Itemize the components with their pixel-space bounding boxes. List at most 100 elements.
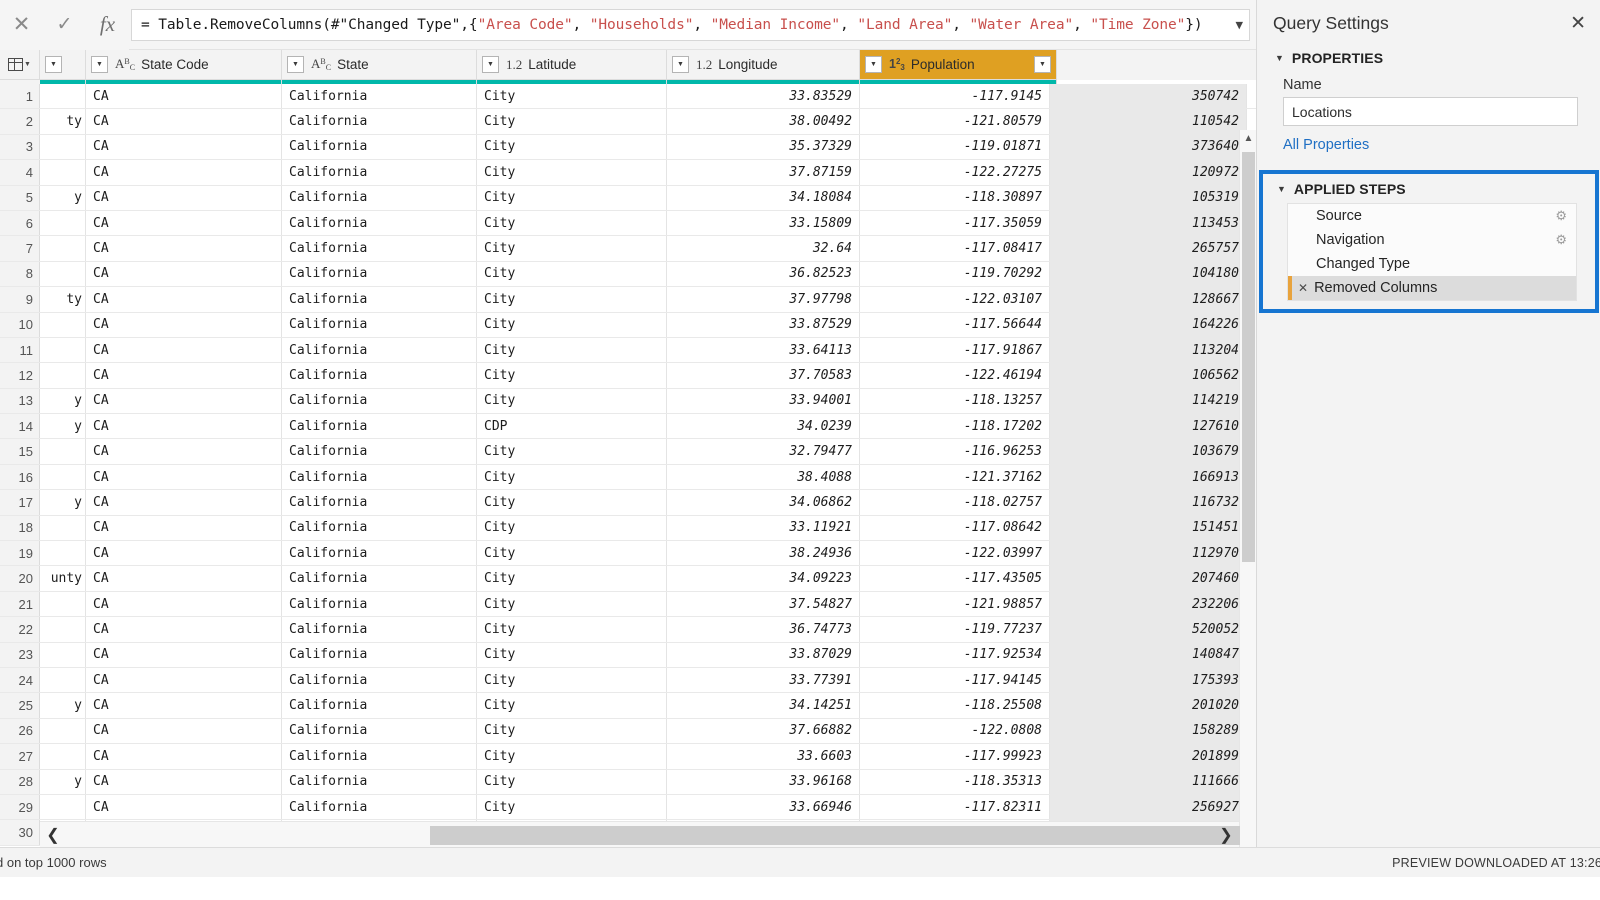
table-cell[interactable]: California bbox=[282, 718, 477, 744]
table-cell[interactable]: California bbox=[282, 490, 477, 515]
table-cell[interactable]: 34.18084 bbox=[667, 185, 860, 210]
table-cell[interactable]: City bbox=[477, 541, 667, 566]
table-cell[interactable]: 111666 bbox=[1050, 769, 1247, 794]
filter-dropdown-icon[interactable]: ▼ bbox=[91, 56, 108, 73]
table-cell[interactable]: 232206 bbox=[1050, 591, 1247, 617]
table-cell[interactable] bbox=[40, 718, 86, 744]
gear-icon[interactable]: ⚙ bbox=[1555, 208, 1567, 224]
table-cell[interactable]: -117.08417 bbox=[860, 236, 1050, 261]
table-row[interactable]: 2 ty CA California City 38.00492 -121.80579 110… bbox=[0, 109, 1256, 135]
table-cell[interactable]: 112970 bbox=[1050, 541, 1247, 566]
table-cell[interactable]: California bbox=[282, 109, 477, 134]
table-cell[interactable]: 265757 bbox=[1050, 236, 1247, 261]
table-row[interactable]: 23 CA California City 33.87029 -117.92534 1408… bbox=[0, 642, 1256, 668]
table-cell[interactable]: 34.06862 bbox=[667, 490, 860, 515]
table-row[interactable]: 5 y CA California City 34.18084 -118.30897 1053… bbox=[0, 185, 1256, 211]
table-row[interactable]: 3 CA California City 35.37329 -119.01871 37364… bbox=[0, 134, 1256, 161]
table-row[interactable]: 15 CA California City 32.79477 -116.96253 1036… bbox=[0, 439, 1256, 465]
table-row[interactable]: 1 CA California City 33.83529 -117.9145 350742 bbox=[0, 84, 1256, 110]
table-cell[interactable]: CA bbox=[86, 134, 282, 160]
table-cell[interactable]: California bbox=[282, 744, 477, 769]
column-header-longitude[interactable]: ▼ 1.2 Longitude bbox=[667, 50, 860, 80]
table-cell[interactable]: -118.17202 bbox=[860, 414, 1050, 439]
table-row[interactable]: 28 y CA California City 33.96168 -118.35313 111… bbox=[0, 769, 1256, 795]
table-cell[interactable]: City bbox=[477, 261, 667, 287]
table-cell[interactable]: 37.54827 bbox=[667, 591, 860, 617]
all-properties-link[interactable]: All Properties bbox=[1257, 126, 1600, 153]
table-cell[interactable] bbox=[40, 642, 86, 667]
table-cell[interactable]: -117.99923 bbox=[860, 744, 1050, 769]
table-row[interactable]: 18 CA California City 33.11921 -117.08642 1514… bbox=[0, 515, 1256, 542]
table-cell[interactable]: 33.87529 bbox=[667, 312, 860, 337]
table-cell[interactable] bbox=[40, 667, 86, 693]
table-cell[interactable]: 35.37329 bbox=[667, 134, 860, 160]
table-cell[interactable]: y bbox=[40, 693, 86, 718]
table-cell[interactable]: California bbox=[282, 769, 477, 794]
table-row[interactable]: 17 y CA California City 34.06862 -118.02757 116… bbox=[0, 490, 1256, 516]
table-row[interactable]: 25 y CA California City 34.14251 -118.25508 201… bbox=[0, 693, 1256, 719]
close-icon[interactable]: ✕ bbox=[0, 0, 43, 50]
table-cell[interactable]: 38.00492 bbox=[667, 109, 860, 134]
table-cell[interactable]: 33.83529 bbox=[667, 84, 860, 109]
chevron-down-icon[interactable]: ▾ bbox=[1235, 17, 1243, 32]
table-cell[interactable]: California bbox=[282, 363, 477, 388]
table-cell[interactable]: 201899 bbox=[1050, 744, 1247, 769]
table-cell[interactable]: -117.08642 bbox=[860, 515, 1050, 541]
formula-input[interactable]: = Table.RemoveColumns(#"Changed Type",{"… bbox=[131, 8, 1250, 41]
table-cell[interactable]: City bbox=[477, 693, 667, 718]
applied-step-source[interactable]: Source ⚙ bbox=[1288, 204, 1576, 228]
table-cell[interactable]: CA bbox=[86, 312, 282, 337]
table-cell[interactable]: California bbox=[282, 134, 477, 160]
table-cell[interactable]: CA bbox=[86, 794, 282, 820]
table-cell[interactable]: City bbox=[477, 287, 667, 312]
table-cell[interactable]: -119.70292 bbox=[860, 261, 1050, 287]
table-cell[interactable]: -118.02757 bbox=[860, 490, 1050, 515]
table-cell[interactable]: 32.64 bbox=[667, 236, 860, 261]
table-cell[interactable]: -117.43505 bbox=[860, 566, 1050, 591]
table-cell[interactable]: CA bbox=[86, 287, 282, 312]
table-cell[interactable]: -122.27275 bbox=[860, 160, 1050, 185]
table-cell[interactable]: CA bbox=[86, 718, 282, 744]
chevron-up-icon[interactable]: ▲ bbox=[1240, 130, 1256, 147]
table-cell[interactable]: 520052 bbox=[1050, 617, 1247, 642]
table-cell[interactable]: CA bbox=[86, 414, 282, 439]
table-cell[interactable]: -121.37162 bbox=[860, 464, 1050, 490]
gear-icon[interactable]: ⚙ bbox=[1555, 232, 1567, 248]
table-row[interactable]: 7 CA California City 32.64 -117.08417 265757 bbox=[0, 236, 1256, 262]
table-cell[interactable]: y bbox=[40, 490, 86, 515]
table-cell[interactable]: 37.66882 bbox=[667, 718, 860, 744]
table-row[interactable]: 8 CA California City 36.82523 -119.70292 10418… bbox=[0, 261, 1256, 288]
table-cell[interactable]: 207460 bbox=[1050, 566, 1247, 591]
table-cell[interactable]: California bbox=[282, 287, 477, 312]
table-cell[interactable]: 33.11921 bbox=[667, 515, 860, 541]
table-cell[interactable]: 37.97798 bbox=[667, 287, 860, 312]
table-cell[interactable]: 38.4088 bbox=[667, 464, 860, 490]
table-cell[interactable] bbox=[40, 439, 86, 464]
applied-step-navigation[interactable]: Navigation ⚙ bbox=[1288, 228, 1576, 252]
table-cell[interactable]: CA bbox=[86, 210, 282, 236]
table-cell[interactable]: 38.24936 bbox=[667, 541, 860, 566]
table-cell[interactable]: CA bbox=[86, 566, 282, 591]
table-row[interactable]: 26 CA California City 37.66882 -122.0808 15828… bbox=[0, 718, 1256, 745]
table-cell[interactable]: City bbox=[477, 515, 667, 541]
table-cell[interactable] bbox=[40, 464, 86, 490]
table-cell[interactable]: 256927 bbox=[1050, 794, 1247, 820]
table-cell[interactable]: 34.14251 bbox=[667, 693, 860, 718]
table-cell[interactable] bbox=[40, 84, 86, 109]
table-cell[interactable]: 106562 bbox=[1050, 363, 1247, 388]
table-cell[interactable]: California bbox=[282, 794, 477, 820]
table-cell[interactable]: CA bbox=[86, 642, 282, 667]
table-cell[interactable] bbox=[40, 337, 86, 363]
table-cell[interactable]: unty bbox=[40, 566, 86, 591]
table-cell[interactable]: California bbox=[282, 515, 477, 541]
vertical-scrollbar[interactable]: ▲ ▼ bbox=[1239, 130, 1256, 847]
table-cell[interactable]: -122.0808 bbox=[860, 718, 1050, 744]
table-cell[interactable]: California bbox=[282, 439, 477, 464]
chevron-right-icon[interactable]: ❯ bbox=[1213, 822, 1239, 847]
table-cell[interactable]: -118.30897 bbox=[860, 185, 1050, 210]
check-icon[interactable]: ✓ bbox=[43, 0, 86, 50]
table-cell[interactable]: -117.9145 bbox=[860, 84, 1050, 109]
table-cell[interactable]: California bbox=[282, 84, 477, 109]
table-cell[interactable]: California bbox=[282, 617, 477, 642]
table-cell[interactable]: City bbox=[477, 236, 667, 261]
